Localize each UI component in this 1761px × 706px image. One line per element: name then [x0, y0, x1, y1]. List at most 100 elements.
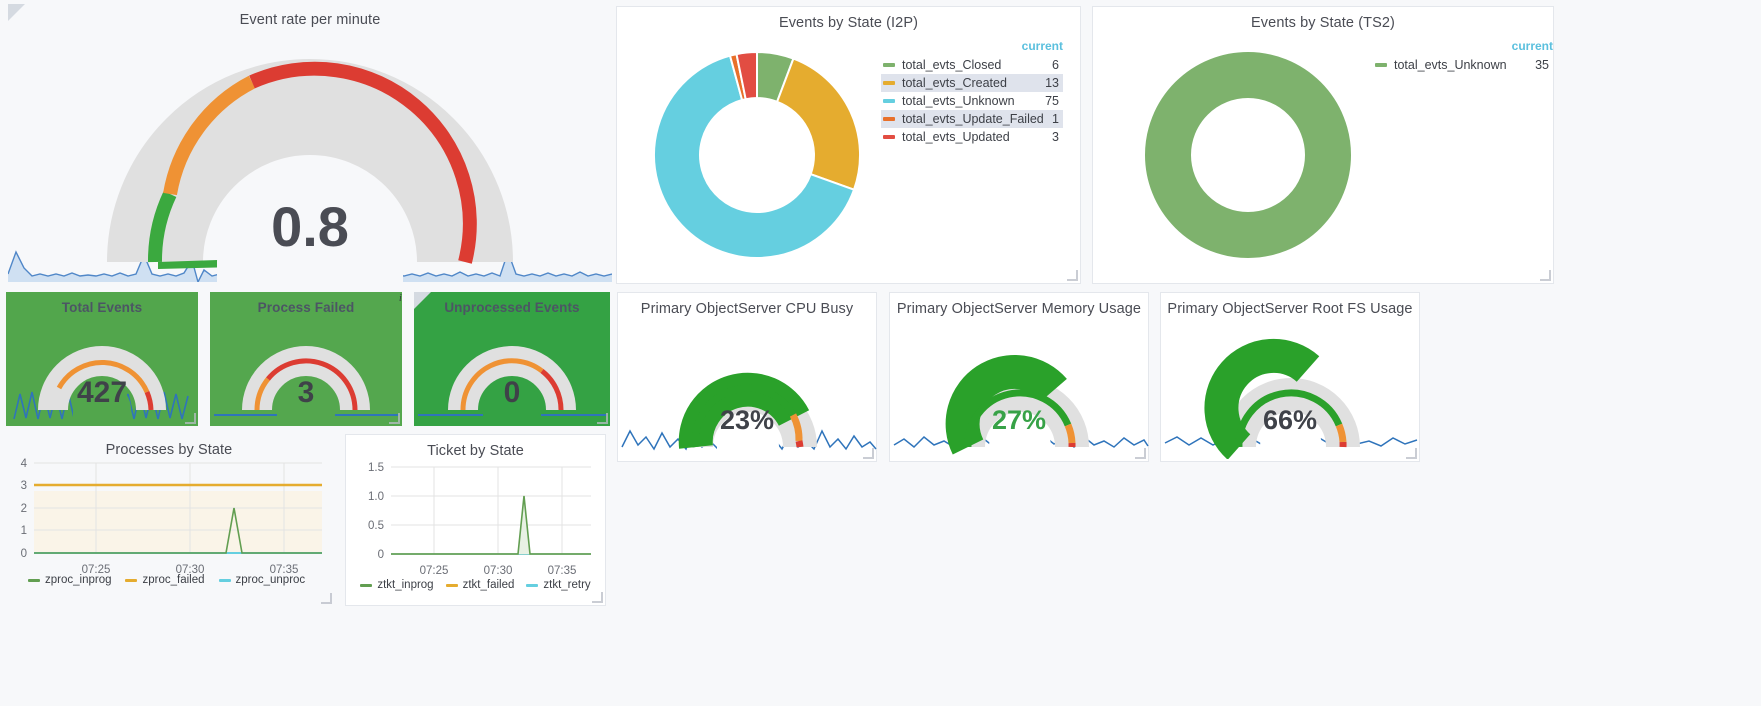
- event-rate-value: 0.8: [271, 195, 349, 258]
- panel-resize-handle[interactable]: [185, 413, 196, 424]
- panel-ticket-by-state: Ticket by State 1.5 1.0 0.5 0 07:25 07:3…: [345, 434, 606, 606]
- svg-text:07:25: 07:25: [420, 565, 449, 577]
- panel-events-by-state-i2p: Events by State (I2P) current total_evts…: [616, 6, 1081, 284]
- legend-label: ztkt_failed: [462, 579, 515, 591]
- svg-text:07:35: 07:35: [548, 565, 577, 577]
- donut-chart-i2p: [653, 50, 862, 259]
- legend-events-i2p: current total_evts_Closed 6 total_evts_C…: [881, 39, 1063, 146]
- legend-value: 13: [1045, 76, 1059, 90]
- panel-memory-usage: Primary ObjectServer Memory Usage 27%: [889, 292, 1149, 462]
- legend-label: zproc_failed: [142, 574, 205, 586]
- legend-item[interactable]: zproc_unproc: [218, 574, 306, 586]
- svg-text:4: 4: [21, 458, 28, 470]
- legend-label: zproc_unproc: [235, 574, 306, 586]
- legend-swatch: [218, 578, 231, 582]
- legend-swatch: [883, 81, 895, 85]
- root-fs-usage-gauge: [1164, 338, 1418, 459]
- ticket-by-state-chart: 1.5 1.0 0.5 0 07:25 07:30 07:35: [368, 462, 591, 577]
- legend-value: 1: [1052, 112, 1059, 126]
- legend-swatch: [883, 99, 895, 103]
- panel-resize-handle[interactable]: [1067, 270, 1078, 281]
- panel-resize-handle[interactable]: [321, 593, 332, 604]
- panel-resize-handle[interactable]: [863, 448, 874, 459]
- cpu-busy-value: 23%: [719, 405, 775, 435]
- legend-swatch: [125, 578, 138, 582]
- legend-swatch: [526, 583, 539, 587]
- svg-text:3: 3: [21, 480, 27, 492]
- legend-events-ts2: current total_evts_Unknown 35: [1373, 39, 1553, 74]
- legend-item[interactable]: zproc_failed: [125, 574, 205, 586]
- panel-cpu-busy: Primary ObjectServer CPU Busy 23%: [617, 292, 877, 462]
- svg-text:1.5: 1.5: [368, 462, 384, 474]
- panel-processes-by-state: Processes by State 4 3 2 1 0 07:25 07:30…: [4, 434, 334, 606]
- legend-swatch: [883, 63, 895, 67]
- legend-item[interactable]: zproc_inprog: [28, 574, 111, 586]
- svg-text:07:30: 07:30: [484, 565, 513, 577]
- legend-item[interactable]: ztkt_inprog: [360, 579, 434, 591]
- legend-swatch: [445, 583, 458, 587]
- panel-event-rate: i Event rate per minute 0.8: [8, 4, 612, 286]
- panel-resize-handle[interactable]: [1406, 448, 1417, 459]
- root-fs-usage-value: 66%: [1262, 405, 1318, 435]
- legend-label: total_evts_Closed: [902, 58, 1002, 72]
- panel-title-events-ts2: Events by State (TS2): [1251, 15, 1395, 31]
- legend-swatch: [883, 117, 895, 121]
- panel-events-by-state-ts2: Events by State (TS2) current total_evts…: [1092, 6, 1554, 284]
- panel-title-process-failed: Process Failed: [257, 300, 355, 315]
- svg-text:0: 0: [21, 548, 27, 560]
- panel-title-events-i2p: Events by State (I2P): [778, 15, 919, 31]
- legend-value: 3: [1052, 130, 1059, 144]
- panel-title-processes-by-state: Processes by State: [105, 442, 233, 458]
- legend-row[interactable]: total_evts_Updated 3: [881, 128, 1063, 146]
- legend-value: 6: [1052, 58, 1059, 72]
- legend-row[interactable]: total_evts_Update_Failed 1: [881, 110, 1063, 128]
- legend-label: total_evts_Update_Failed: [902, 112, 1044, 126]
- panel-resize-handle[interactable]: [389, 413, 400, 424]
- donut-chart-ts2: [1145, 52, 1351, 258]
- legend-row[interactable]: total_evts_Closed 6: [881, 56, 1063, 74]
- legend-row[interactable]: total_evts_Unknown 35: [1373, 56, 1553, 74]
- svg-text:0.5: 0.5: [368, 520, 384, 532]
- info-marker-icon[interactable]: i: [399, 292, 431, 309]
- legend-label: total_evts_Unknown: [1394, 58, 1507, 72]
- total-events-value: 427: [76, 376, 128, 409]
- legend-label: total_evts_Updated: [902, 130, 1010, 144]
- unprocessed-events-value: 0: [503, 376, 521, 409]
- legend-swatch: [360, 583, 373, 587]
- panel-title-ticket-by-state: Ticket by State: [427, 443, 524, 459]
- legend-processes-by-state: zproc_inprog zproc_failed zproc_unproc: [4, 574, 358, 586]
- panel-resize-handle[interactable]: [597, 413, 608, 424]
- legend-item[interactable]: ztkt_failed: [445, 579, 515, 591]
- legend-header-current: current: [1021, 39, 1063, 53]
- panel-total-events: Total Events 427: [6, 292, 198, 426]
- panel-resize-handle[interactable]: [1135, 448, 1146, 459]
- panel-unprocessed-events: i Unprocessed Events 0: [399, 292, 610, 426]
- svg-text:1.0: 1.0: [368, 491, 384, 503]
- legend-row[interactable]: total_evts_Unknown 75: [881, 92, 1063, 110]
- svg-text:2: 2: [21, 503, 27, 515]
- panel-title-root-fs-usage: Primary ObjectServer Root FS Usage: [1167, 301, 1413, 317]
- info-marker-icon[interactable]: i: [8, 4, 25, 21]
- legend-item[interactable]: ztkt_retry: [526, 579, 591, 591]
- panel-resize-handle[interactable]: [1540, 270, 1551, 281]
- panel-resize-handle[interactable]: [592, 592, 603, 603]
- legend-label: zproc_inprog: [45, 574, 112, 586]
- cpu-busy-gauge: [621, 372, 877, 459]
- legend-row[interactable]: total_evts_Created 13: [881, 74, 1063, 92]
- legend-label: total_evts_Created: [902, 76, 1007, 90]
- legend-swatch: [28, 578, 40, 582]
- legend-swatch: [883, 135, 895, 139]
- legend-ticket-by-state: ztkt_inprog ztkt_failed ztkt_retry: [346, 579, 605, 591]
- panel-title-memory-usage: Primary ObjectServer Memory Usage: [896, 301, 1142, 317]
- legend-label: ztkt_inprog: [377, 579, 434, 591]
- process-failed-value: 3: [297, 376, 315, 409]
- legend-swatch: [1375, 63, 1387, 67]
- svg-text:1: 1: [21, 525, 27, 537]
- svg-text:0: 0: [378, 549, 384, 561]
- panel-title-total-events: Total Events: [61, 300, 143, 315]
- memory-usage-gauge: [893, 354, 1149, 459]
- memory-usage-value: 27%: [991, 405, 1047, 435]
- panel-process-failed: Process Failed 3: [210, 292, 402, 426]
- legend-value: 35: [1535, 58, 1549, 72]
- legend-value: 75: [1045, 94, 1059, 108]
